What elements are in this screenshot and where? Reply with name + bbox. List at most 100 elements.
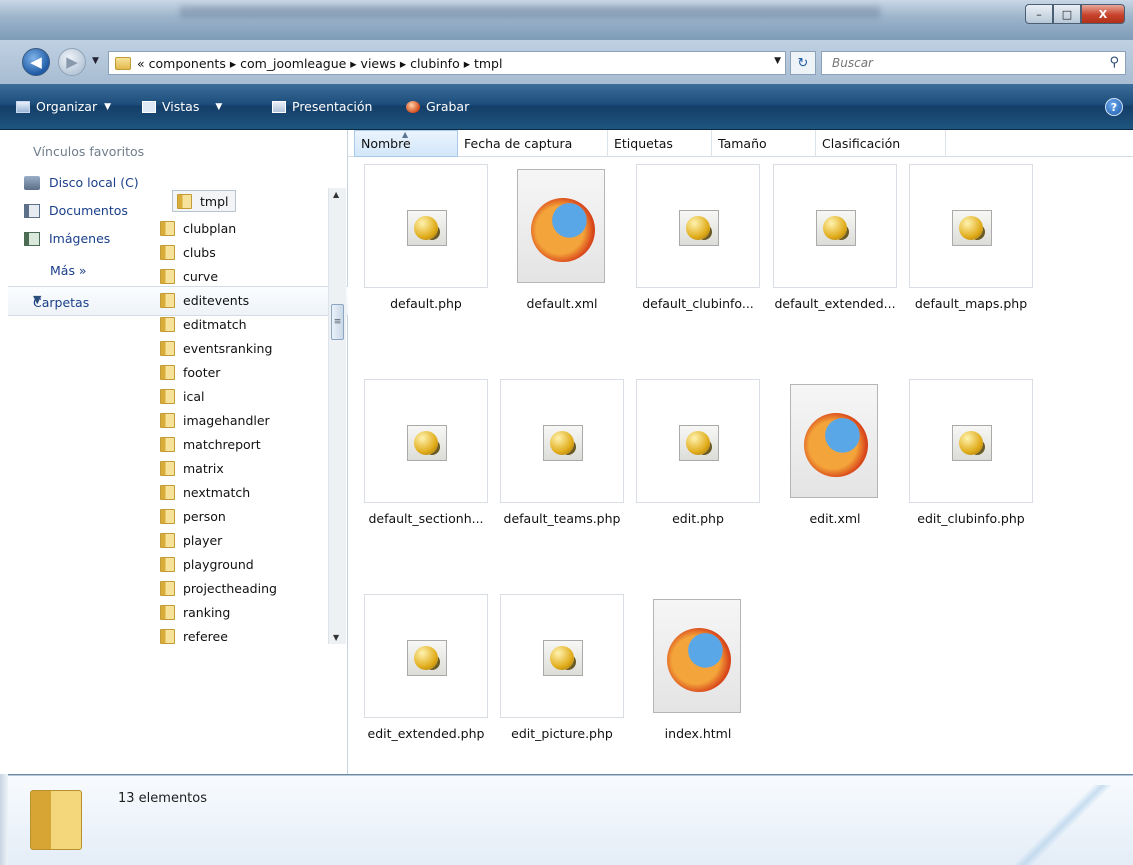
tree-item-label: ical [183,388,205,404]
column-rating[interactable]: Clasificación [816,130,946,157]
folder-icon [160,292,175,308]
file-thumbnail [909,379,1033,503]
firefox-icon [804,413,868,477]
address-row: ◀ ▶ ▼ « components ▸ com_joomleague ▸ vi… [0,40,1133,84]
column-date[interactable]: Fecha de captura [458,130,608,157]
search-input[interactable] [832,56,1092,70]
close-button[interactable]: X [1081,4,1125,24]
folder-icon [115,56,131,70]
chevron-down-icon: ▼ [215,101,223,112]
burn-button[interactable]: Grabar [406,99,469,114]
tree-item[interactable]: ical [160,384,204,408]
tree-item[interactable]: curve [160,264,218,288]
tree-item-label: editmatch [183,316,247,332]
file-thumbnail [364,379,488,503]
folder-icon [160,436,175,452]
file-name: default_sectionh... [368,511,484,526]
column-tags[interactable]: Etiquetas [608,130,712,157]
tree-item[interactable]: editevents [160,288,249,312]
folder-icon [160,508,175,524]
tree-item[interactable]: eventsranking [160,336,272,360]
tree-item-label: clubplan [183,220,237,236]
back-button[interactable]: ◀ [22,48,50,76]
tree-item-label: clubs [183,244,216,260]
window-controls: – □ X [1025,4,1125,24]
file-name: index.html [664,726,732,741]
maximize-button[interactable]: □ [1053,4,1081,24]
tree-item[interactable]: clubs [160,240,216,264]
history-dropdown-icon[interactable]: ▼ [92,56,99,66]
scrollbar-thumb[interactable]: ≡ [331,304,344,340]
folder-icon [160,268,175,284]
file-name: default_teams.php [503,511,621,526]
file-thumbnail [364,594,488,718]
tree-item[interactable]: matrix [160,456,224,480]
tree-item[interactable]: projectheading [160,576,277,600]
folder-icon [160,532,175,548]
scroll-up-icon[interactable]: ▲ [333,190,339,199]
folder-icon [160,580,175,596]
tree-item-tmpl[interactable]: tmpl [172,190,236,212]
column-name[interactable]: ▲ Nombre [354,130,458,157]
title-bar: – □ X [0,0,1133,40]
tree-item-label: tmpl [200,193,229,209]
php-file-icon [816,210,856,246]
php-file-icon [543,640,583,676]
tree-item[interactable]: footer [160,360,220,384]
tree-item[interactable]: referee [160,624,228,644]
refresh-button[interactable]: ↻ [790,51,816,75]
breadcrumb[interactable]: « components ▸ com_joomleague ▸ views ▸ … [137,56,502,71]
views-icon [142,100,156,113]
php-file-icon [407,640,447,676]
search-icon[interactable]: ⚲ [1109,55,1119,70]
folder-icon [160,556,175,572]
tree-item[interactable]: matchreport [160,432,261,456]
forward-button[interactable]: ▶ [58,48,86,76]
folder-icon [160,412,175,428]
tree-item[interactable]: nextmatch [160,480,250,504]
tree-item[interactable]: person [160,504,226,528]
tree-item-label: matchreport [183,436,261,452]
tree-item[interactable]: playground [160,552,254,576]
scroll-down-icon[interactable]: ▼ [333,633,339,642]
folder-tree-scrollbar[interactable]: ▲ ≡ ▼ [328,188,346,644]
column-headers: ▲ Nombre Fecha de captura Etiquetas Tama… [348,130,1133,157]
tree-item[interactable]: ranking [160,600,230,624]
views-label: Vistas [162,99,200,114]
folder-icon [177,193,192,209]
search-box[interactable]: ⚲ [821,51,1126,75]
organize-button[interactable]: Organizar ▼ [16,99,111,114]
file-thumbnail [500,379,624,503]
help-icon[interactable]: ? [1105,98,1123,116]
details-pane: 13 elementos [8,775,1133,865]
address-bar[interactable]: « components ▸ com_joomleague ▸ views ▸ … [108,51,786,75]
column-size[interactable]: Tamaño [712,130,816,157]
tree-item-label: projectheading [183,580,277,596]
file-name: default_maps.php [914,296,1028,311]
tree-item[interactable]: imagehandler [160,408,270,432]
organize-icon [16,100,30,113]
xml-file-icon [517,169,605,283]
folder-icon [160,460,175,476]
tree-item-label: player [183,532,223,548]
tree-item[interactable]: clubplan [160,216,236,240]
file-thumbnail [636,164,760,288]
column-label: Clasificación [822,136,901,151]
folder-icon [160,604,175,620]
presentation-button[interactable]: Presentación [272,99,372,114]
address-dropdown-icon[interactable]: ▼ [774,56,781,66]
tree-item-label: imagehandler [183,412,270,428]
folder-icon [160,484,175,500]
presentation-label: Presentación [292,99,373,114]
organize-label: Organizar [36,99,98,114]
tree-item[interactable]: editmatch [160,312,247,336]
command-bar: Organizar ▼ Vistas ▼ Presentación Grabar… [0,84,1133,130]
tree-item-label: nextmatch [183,484,251,500]
folder-icon [160,316,175,332]
views-button[interactable]: Vistas ▼ [142,99,222,114]
tree-item[interactable]: player [160,528,222,552]
php-file-icon [952,210,992,246]
file-name: default_extended... [774,296,896,311]
file-name: default_clubinfo... [642,296,754,311]
minimize-button[interactable]: – [1025,4,1053,24]
